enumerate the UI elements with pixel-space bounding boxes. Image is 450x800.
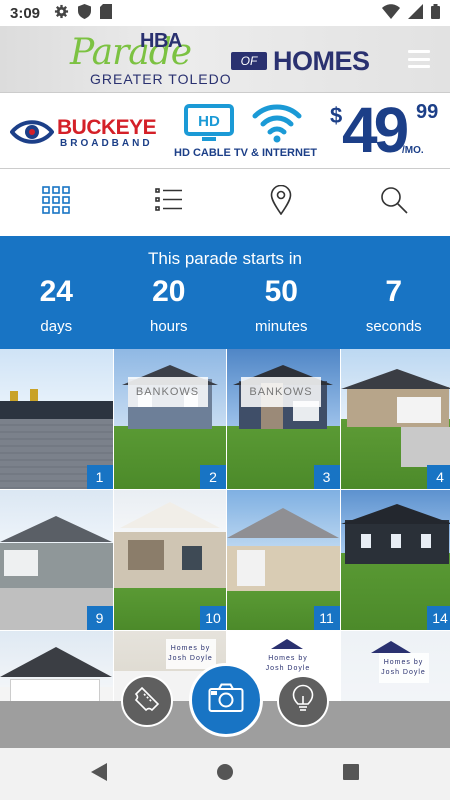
countdown-seconds: 7 seconds <box>338 274 450 335</box>
builder-sign: Homes by Josh Doyle <box>165 639 216 669</box>
map-view-button[interactable] <box>225 169 338 236</box>
ad-price-dollar: $ <box>330 103 343 128</box>
hd-tv-icon: HD <box>184 104 234 147</box>
nav-back-button[interactable] <box>86 761 112 787</box>
home-tile[interactable]: 1 <box>0 349 113 489</box>
camera-icon <box>208 683 244 718</box>
countdown-minutes: 50 minutes <box>225 274 338 335</box>
countdown-value: 24 <box>39 275 73 308</box>
search-icon <box>380 186 408 219</box>
logo-of: OF <box>231 52 267 70</box>
list-view-icon <box>154 187 183 218</box>
builder-sign: BANKOWS <box>241 377 321 407</box>
lightbulb-icon <box>292 684 314 719</box>
hamburger-menu-icon[interactable] <box>408 50 430 68</box>
countdown-label: minutes <box>254 318 308 335</box>
home-number-badge: 3 <box>313 465 340 489</box>
home-number-badge: 1 <box>86 465 113 489</box>
home-photo-grid: 1 BANKOWS 2 BANKOWS 3 4 9 10 11 14 Homes… <box>0 349 450 701</box>
parade-of-homes-logo: Parade HBA OF HOMES GREATER TOLEDO <box>70 30 390 88</box>
tips-button[interactable] <box>277 675 329 727</box>
ad-brand-sub: BROADBAND <box>60 138 153 149</box>
map-pin-icon <box>270 184 292 220</box>
logo-region: GREATER TOLEDO <box>90 71 232 87</box>
settings-gear-icon <box>54 4 69 23</box>
shield-icon <box>78 3 92 23</box>
countdown-value: 50 <box>264 275 298 308</box>
sd-card-icon <box>100 3 113 23</box>
home-circle-icon <box>216 763 234 786</box>
ad-tagline: HD CABLE TV & INTERNET <box>174 147 317 159</box>
ticket-button[interactable] <box>121 675 173 727</box>
home-tile[interactable]: BANKOWS 3 <box>227 349 340 489</box>
home-number-badge: 11 <box>313 606 340 630</box>
countdown-value: 20 <box>152 275 186 308</box>
logo-hba: HBA <box>140 30 182 52</box>
home-tile[interactable]: 10 <box>113 490 226 630</box>
list-view-button[interactable] <box>113 169 226 236</box>
battery-icon <box>431 3 440 23</box>
nav-home-button[interactable] <box>212 761 238 787</box>
wifi-icon <box>252 102 302 149</box>
countdown-label: seconds <box>365 318 422 335</box>
home-tile[interactable]: 14 <box>340 490 450 630</box>
home-tile[interactable]: 11 <box>227 490 340 630</box>
home-number-badge: 10 <box>200 606 226 630</box>
countdown-hours: 20 hours <box>113 274 226 335</box>
ad-brand-name: BUCKEYE <box>57 116 157 139</box>
home-tile[interactable]: Homes by Josh Doyle <box>340 631 450 701</box>
system-nav-bar <box>0 748 450 800</box>
countdown-label: hours <box>149 318 188 335</box>
parade-countdown: This parade starts in 24 days 20 hours 5… <box>0 236 450 349</box>
countdown-title: This parade starts in <box>147 249 302 268</box>
app-header: Parade HBA OF HOMES GREATER TOLEDO <box>0 26 450 92</box>
logo-homes: HOMES <box>273 46 370 76</box>
nav-recents-button[interactable] <box>338 761 364 787</box>
home-tile[interactable]: BANKOWS 2 <box>113 349 226 489</box>
ad-price-main: 49 <box>342 94 409 166</box>
home-tile[interactable] <box>0 631 113 701</box>
view-toolbar <box>0 169 450 236</box>
home-number-badge: 14 <box>427 606 450 630</box>
buckeye-eye-logo-icon <box>9 119 55 150</box>
ad-hd-label: HD <box>198 113 220 130</box>
builder-sign: BANKOWS <box>127 377 208 407</box>
status-bar: 3:09 <box>0 0 450 26</box>
countdown-value: 7 <box>385 275 403 308</box>
countdown-label: days <box>40 318 73 335</box>
ticket-icon <box>133 685 161 718</box>
home-tile[interactable]: 9 <box>0 490 113 630</box>
home-tile[interactable]: 4 <box>340 349 450 489</box>
countdown-days: 24 days <box>0 274 113 335</box>
home-number-badge: 4 <box>427 465 450 489</box>
camera-button[interactable] <box>189 663 263 737</box>
search-button[interactable] <box>338 169 450 236</box>
wifi-signal-icon <box>382 3 400 23</box>
home-number-badge: 2 <box>200 465 226 489</box>
builder-sign: Homes by Josh Doyle <box>378 653 429 683</box>
ad-banner[interactable]: BUCKEYE BROADBAND HD HD CABLE TV & INTER… <box>0 92 450 169</box>
back-triangle-icon <box>91 762 107 786</box>
home-number-badge: 9 <box>86 606 113 630</box>
recents-square-icon <box>343 763 359 785</box>
ad-price-unit: /MO. <box>402 145 424 156</box>
status-time: 3:09 <box>10 4 41 22</box>
cell-signal-icon <box>408 3 423 23</box>
grid-view-icon <box>42 186 71 219</box>
ad-price-cents: 99 <box>416 101 439 123</box>
grid-view-button[interactable] <box>0 169 113 236</box>
